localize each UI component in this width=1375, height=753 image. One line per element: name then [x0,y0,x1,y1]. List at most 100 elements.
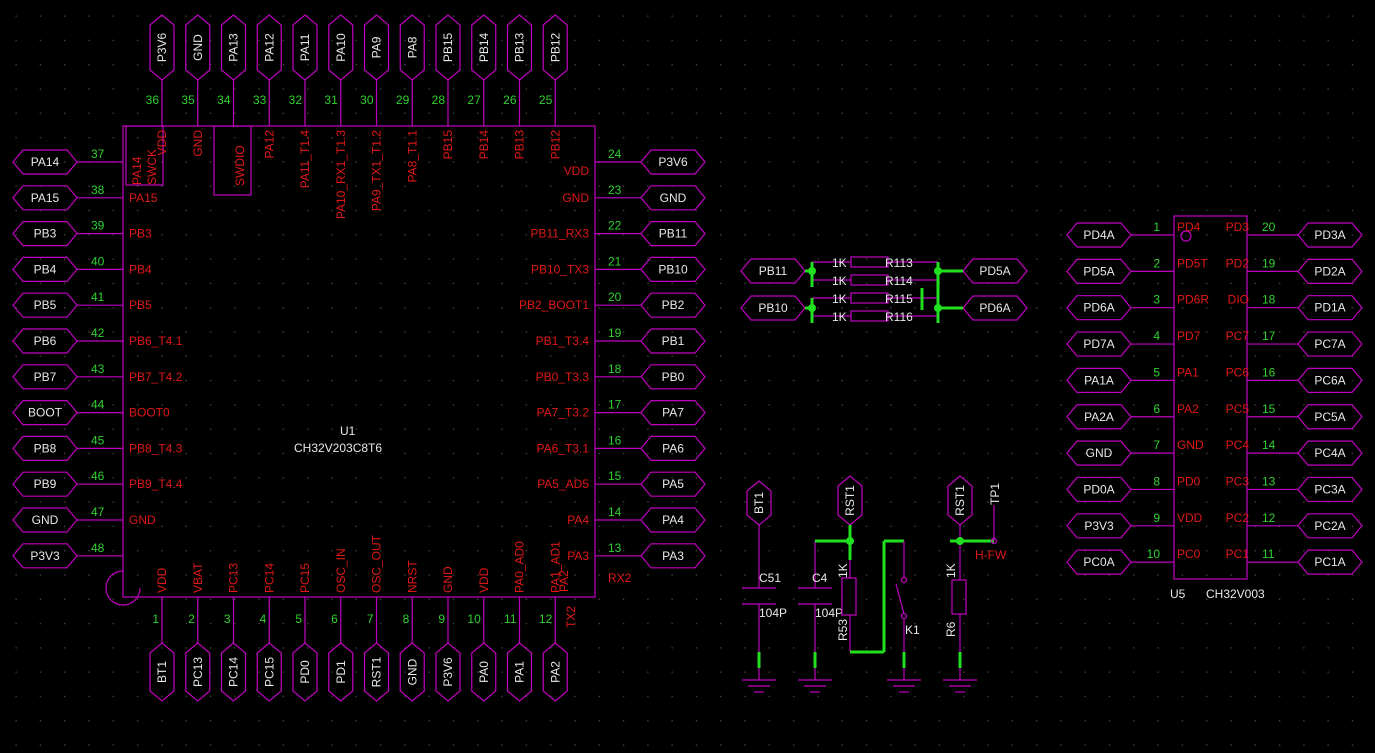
u1-left-pin-number: 39 [91,219,105,233]
resistor-value: 1K [832,292,847,306]
u5-left-pin-number: 7 [1153,438,1160,452]
u1-bottom-pin-number: 6 [331,612,338,626]
u1-top-port-PA9-label: PA9 [370,36,384,58]
u1-right-pin-func: PB0_T3.3 [536,370,590,384]
u5-left-port-PD4A-label: PD4A [1083,228,1114,242]
r6-body[interactable] [951,579,967,615]
u5-pins: PD4A 1 PD4 PD5A 2 PD5T PD6A 3 PD6R PD7A 4 PD7 PA1A 5 P… [1066,220,1363,575]
u5-left-pin-number: 2 [1153,256,1160,270]
junction-dot [934,267,942,275]
u5-left-pin-number: 9 [1153,511,1160,525]
u5-right-port-PC1A-label: PC1A [1314,555,1345,569]
u1-left-port-PB8-label: PB8 [34,441,57,455]
u1-top-port-PA12-label: PA12 [262,33,276,62]
r6-value: 1K [944,563,958,578]
u5-right-pin-number: 19 [1262,256,1276,270]
u1-bottom-pin-func: OSC_OUT [370,534,384,593]
u1-top-port-P3V6-label: P3V6 [155,32,169,62]
u1-top-pin-number: 31 [324,93,338,107]
u1-bottom-port-PC14-label: PC14 [227,657,241,687]
u1-bottom-pin-func: GND [441,566,455,593]
resistor-R114[interactable] [850,274,889,286]
resistor-value: 1K [832,256,847,270]
u5-left-pin-number: 6 [1153,402,1160,416]
u5-right-pin-func: PC7 [1226,329,1250,343]
u1-value: CH32V203C8T6 [294,441,382,455]
u5-right-port-PD2A-label: PD2A [1314,264,1345,278]
rst-port-bt1-label: BT1 [752,492,766,514]
u5-left-pin-func: PD0 [1177,474,1201,488]
reset-circuit: BT1 RST1 RST1 C51 104P C4 104P 1K R53 K1 1K R6 TP1 H-… [742,475,1007,693]
u1-bottom-pin-func: VDD [155,567,169,593]
u1-left-pin-number: 37 [91,147,105,161]
u1-top-port-PB15-label: PB15 [441,32,455,62]
u1-top-port-PB14-label: PB14 [477,32,491,62]
u1-top-pin-func: PB15 [441,130,455,160]
u5-left-port-PD0A-label: PD0A [1083,482,1114,496]
u1-bottom-pin-func: PA1_AD1 [548,541,562,593]
junction-dot [956,537,964,545]
u1-top-pin-func: PA12 [262,130,276,159]
u5-left-pin-func: PC0 [1177,547,1201,561]
u1-top-pin-number: 30 [360,93,374,107]
u1-bottom-port-PC15-label: PC15 [262,657,276,687]
u1-top-pin-number: 32 [289,93,303,107]
u1-left-pin-func: PB6_T4.1 [129,334,183,348]
u1-left-pin-number: 42 [91,326,105,340]
u1-top-port-PA11-label: PA11 [298,33,312,61]
u1-bottom-pin-number: 11 [504,612,517,626]
u1-right-pin-func: PB10_TX3 [531,262,589,276]
resistor-ref: R114 [885,274,913,288]
u1-right-pin-number: 22 [608,219,622,233]
u1-right-pin-number: 15 [608,469,622,483]
u1-bottom-pin-func: VDD [477,567,491,593]
u5-right-pin-number: 16 [1262,365,1276,379]
u1-right-pin-func: PA6_T3.1 [537,441,590,455]
schematic-canvas[interactable]: U1 CH32V203C8T6 PA14 SWCK SWDIO RX2 PA2 … [0,0,1375,753]
u1-right-pin-func: PA5_AD5 [537,477,589,491]
c51-value: 104P [759,606,787,620]
resistor-R116[interactable] [850,310,889,322]
u1-top-port-PA13-label: PA13 [227,33,241,62]
u1-top-pin-func: GND [191,130,205,157]
u5-right-port-PC7A-label: PC7A [1314,337,1345,351]
u1-right-pin-func: VDD [564,164,590,178]
rarray-port-left-0-label: PB11 [759,264,788,278]
u1-bottom-port-PD0-label: PD0 [298,660,312,684]
u5-right-pin-number: 12 [1262,511,1276,525]
u5-right-port-PC3A-label: PC3A [1314,482,1345,496]
u1-top-pin-func: PA8_T1.1 [405,130,419,183]
r53-body[interactable] [841,577,857,616]
u1-left-pin-func: GND [129,513,156,527]
resistor-R115[interactable] [850,292,889,304]
u5-left-pin-func: PD5T [1177,256,1208,270]
u5-right-pin-func: PC4 [1226,438,1250,452]
u5-left-port-PA2A-label: PA2A [1084,410,1114,424]
u1-right-pin-number: 21 [608,254,622,268]
resistor-R113[interactable] [850,256,889,268]
u1-right-pin-number: 23 [608,183,622,197]
u1-top-pin-func: PA11_T1.4 [298,130,312,189]
u1-left-pin-func: PB5 [129,298,152,312]
u1-left-port-PB5-label: PB5 [34,298,57,312]
u1-top-pin-func: PA10_RX1_T1.3 [334,130,348,219]
u5-left-pin-number: 5 [1153,365,1160,379]
u1-bottom-pin-func: PA0_AD0 [513,541,527,593]
u1-bottom-pin-func: NRST [405,560,419,593]
u5-right-pin-number: 20 [1262,220,1276,234]
u1-bottom-port-GND-label: GND [405,658,419,685]
rarray-port-right-0-label: PD5A [979,264,1010,278]
u5-right-port-PD3A-label: PD3A [1314,228,1345,242]
u5-right-pin-func: PD3 [1226,220,1250,234]
u1-bottom-pin-func: PC15 [298,563,312,593]
u1-right-port-PA4-label: PA4 [662,513,684,527]
u5-right-pin-number: 11 [1262,547,1275,561]
u5-left-pin-number: 10 [1147,547,1161,561]
u1-left-pin-func: PA15 [129,191,158,205]
resistor-value: 1K [832,310,847,324]
u5-left-port-P3V3-label: P3V3 [1084,519,1114,533]
u5-right-pin-func: DIO [1228,293,1249,307]
u1-body[interactable] [122,125,596,598]
u1-bottom-pin-number: 5 [295,612,302,626]
u1-left-pin-number: 41 [91,290,105,304]
